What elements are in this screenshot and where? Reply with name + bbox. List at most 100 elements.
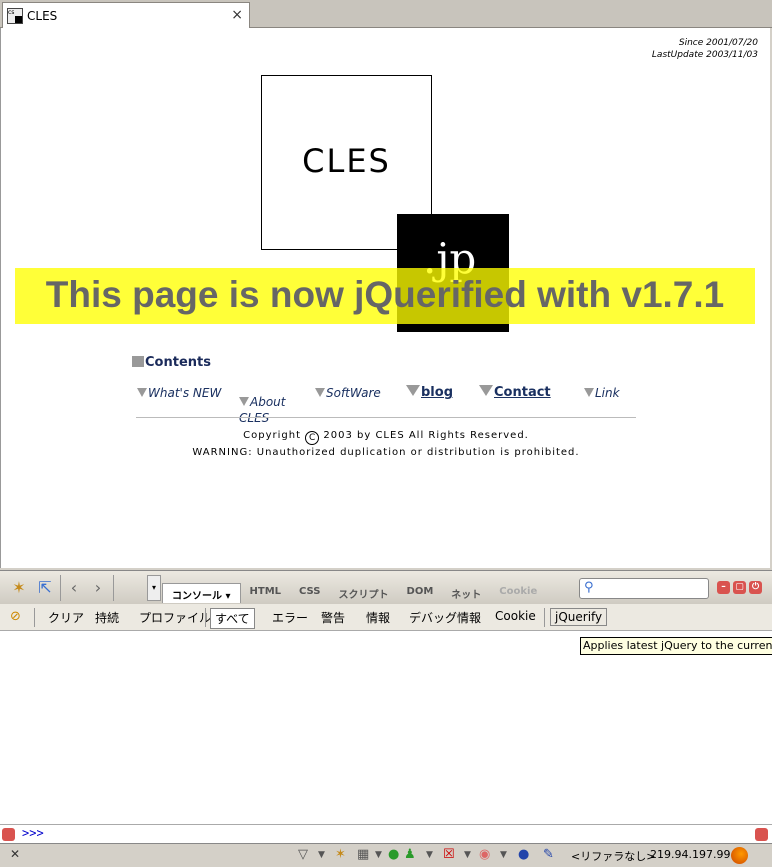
person-icon[interactable]: ♟ [404,847,416,862]
contents-heading-text: Contents [145,355,211,370]
favicon-icon: cs [7,8,23,24]
nav-about-cles[interactable]: About CLES [239,378,285,426]
firefox-icon[interactable] [731,847,748,864]
tab-script[interactable]: スクリプト [330,583,398,603]
chevron-left-icon[interactable]: ‹ [64,578,84,598]
site-dates: Since 2001/07/20 LastUpdate 2003/11/03 [652,37,758,61]
filter-debug-button[interactable]: デバッグ情報 [405,608,485,627]
nav-contact[interactable]: Contact [479,385,551,400]
divider [136,417,636,418]
copyright-block: Copyright C 2003 by CLES All Rights Rese… [1,428,771,460]
toolbar-separator [34,608,35,627]
copyright-symbol: C [305,431,320,445]
chevron-down-icon[interactable]: ▼ [318,850,325,860]
grid-icon[interactable]: ▦ [357,847,369,862]
nav-blog[interactable]: blog [406,385,453,400]
chevron-down-icon[interactable]: ▼ [375,850,382,860]
logo-outline [261,75,432,250]
tab-bar: cs CLES × [0,0,772,29]
toolbar-separator [205,608,206,627]
filter-all-button[interactable]: すべて [210,608,255,629]
tab-cles[interactable]: cs CLES × [2,2,250,29]
tab-html[interactable]: HTML [241,583,291,603]
firebug-toolbar: ✶ ⇱ ‹ › ▾ コンソール ▾ HTML CSS スクリプト DOM ネット… [0,570,772,604]
jquerify-banner-text: This page is now jQuerified with v1.7.1 [45,274,725,315]
tab-dom[interactable]: DOM [398,583,443,603]
firebug-search-input[interactable]: ⚲ [579,578,709,599]
addon-icon[interactable]: ◉ [479,847,490,862]
cloud-icon[interactable]: ● [518,847,529,862]
command-line[interactable]: >>> [0,824,772,843]
clear-button[interactable]: クリア [44,608,88,627]
expand-command-icon[interactable] [755,828,768,841]
clear-console-icon[interactable]: ⊘ [10,609,21,624]
power-icon[interactable]: ⏻ [749,581,762,594]
close-icon[interactable]: ✕ [10,847,20,861]
minimize-icon[interactable]: – [717,581,730,594]
tab-cookie[interactable]: Cookie [490,583,546,603]
nav-label: Link [595,386,620,400]
referrer-status: <リファラなし> [571,850,656,863]
pen-icon[interactable]: ✎ [543,847,554,862]
nav-label: blog [421,385,453,400]
since-date: Since 2001/07/20 [678,38,758,48]
filter-info-button[interactable]: 情報 [362,608,394,627]
triangle-bullet-icon [479,385,493,396]
tab-net[interactable]: ネット [442,583,490,603]
block-icon[interactable]: ☒ [443,847,455,862]
nav-link[interactable]: Link [584,386,620,400]
page-content: Since 2001/07/20 LastUpdate 2003/11/03 C… [0,28,770,568]
nav-software[interactable]: SoftWare [315,386,381,400]
filter-errors-button[interactable]: エラー [268,608,312,627]
shield-icon[interactable]: ▽ [298,847,308,862]
warning-line: WARNING: Unauthorized duplication or dis… [192,447,580,458]
triangle-bullet-icon [584,388,594,397]
error-icon[interactable] [2,828,15,841]
bug-icon[interactable]: ✶ [9,578,29,598]
command-prompt: >>> [22,826,44,840]
console-output [0,631,772,824]
filter-warnings-button[interactable]: 警告 [317,608,349,627]
nav-label: What's NEW [148,386,222,400]
nav-label: SoftWare [326,386,381,400]
triangle-bullet-icon [406,385,420,396]
firebug-tabs: コンソール ▾ HTML CSS スクリプト DOM ネット Cookie [162,583,546,603]
jquerify-tooltip: Applies latest jQuery to the current pag… [580,637,772,655]
tab-css[interactable]: CSS [290,583,329,603]
triangle-bullet-icon [239,397,249,406]
triangle-bullet-icon [315,388,325,397]
status-bar: ✕ ▽ ▼ ✶ ▦ ▼ ● ♟ ▼ ☒ ▼ ◉ ▼ ● ✎ <リファラなし> 2… [0,843,772,867]
nav-label: Contact [494,385,551,400]
toolbar-separator [60,575,61,601]
ip-address: 219.94.197.99 [650,848,731,861]
detach-icon[interactable]: ▢ [733,581,746,594]
console-toolbar: ⊘ クリア 持続 プロファイル すべて エラー 警告 情報 デバッグ情報 Coo… [0,604,772,631]
close-tab-icon[interactable]: × [231,7,243,23]
chevron-down-icon[interactable]: ▼ [500,850,507,860]
jquerify-banner: This page is now jQuerified with v1.7.1 [15,268,755,324]
copyright-label: Copyright [243,430,301,441]
tab-console[interactable]: コンソール ▾ [162,583,241,603]
status-ok-icon[interactable]: ● [388,847,399,862]
square-bullet-icon [132,356,144,367]
panel-menu-dropdown[interactable]: ▾ [147,575,161,601]
search-icon: ⚲ [584,580,594,595]
toolbar-separator [544,608,545,627]
toolbar-separator [113,575,114,601]
chevron-down-icon[interactable]: ▼ [426,850,433,860]
last-update-date: LastUpdate 2003/11/03 [651,50,758,60]
bug-icon[interactable]: ✶ [335,847,346,862]
profile-button[interactable]: プロファイル [135,608,215,627]
copyright-line: Copyright C 2003 by CLES All Rights Rese… [1,428,771,445]
inspect-pointer-icon[interactable]: ⇱ [35,578,55,598]
chevron-right-icon[interactable]: › [88,578,108,598]
tab-title: CLES [27,9,58,23]
persist-button[interactable]: 持続 [91,608,123,627]
filter-cookie-button[interactable]: Cookie [491,608,540,624]
triangle-bullet-icon [137,388,147,397]
nav-whats-new[interactable]: What's NEW [137,386,221,400]
copyright-text: 2003 by CLES All Rights Reserved. [323,430,529,441]
browser-window: cs CLES × Since 2001/07/20 LastUpdate 20… [0,0,772,867]
chevron-down-icon[interactable]: ▼ [464,850,471,860]
jquerify-button[interactable]: jQuerify [550,608,608,626]
